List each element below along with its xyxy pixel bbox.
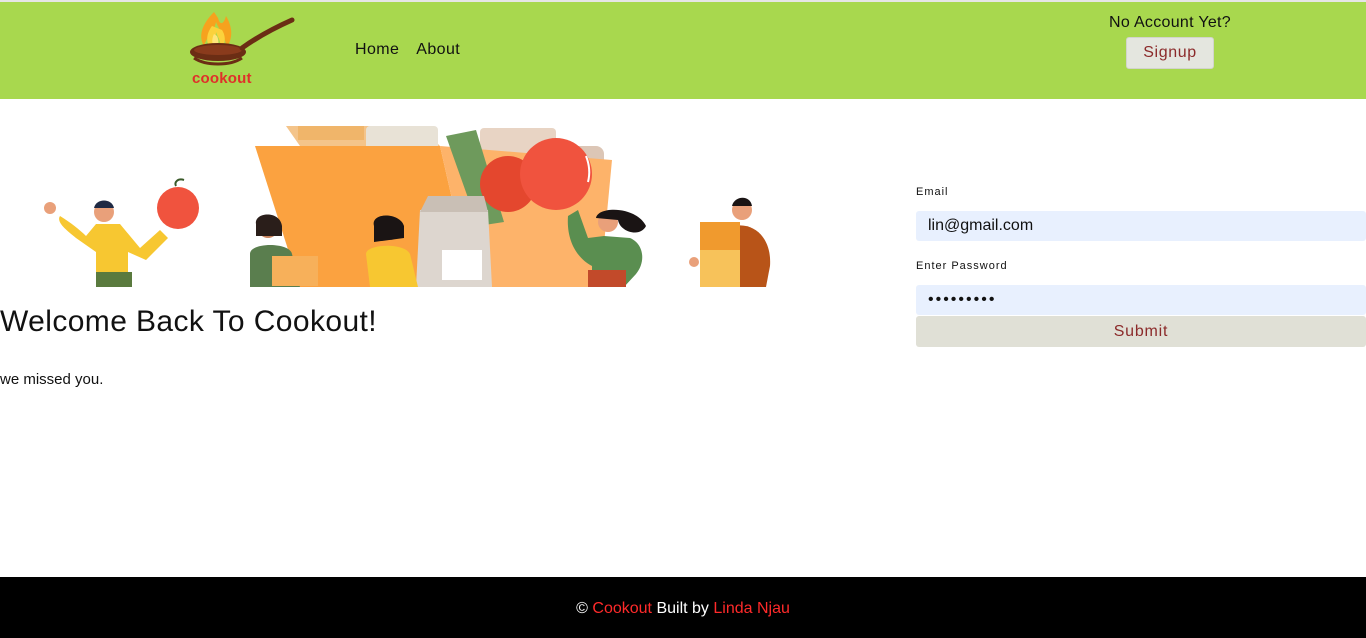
email-input[interactable]: [916, 211, 1366, 241]
footer-author-link[interactable]: Linda Njau: [713, 600, 790, 617]
password-label: Enter Password: [916, 260, 1008, 272]
footer-brand-link[interactable]: Cookout: [592, 600, 652, 617]
cookout-logo[interactable]: cookout: [186, 4, 298, 90]
nav-home-link[interactable]: Home: [355, 41, 399, 59]
login-form: Email Enter Password Submit: [916, 186, 1366, 347]
logo-wordmark: cookout: [192, 70, 252, 87]
hero-illustration: [0, 126, 780, 287]
no-account-text: No Account Yet?: [1109, 14, 1231, 31]
nav-about-link[interactable]: About: [416, 41, 460, 59]
page-title: Welcome Back To Cookout!: [0, 305, 377, 338]
copyright-symbol: ©: [576, 600, 588, 617]
footer: © Cookout Built by Linda Njau: [0, 577, 1366, 638]
password-input[interactable]: [916, 285, 1366, 315]
submit-button[interactable]: Submit: [916, 316, 1366, 347]
account-prompt: No Account Yet? Signup: [1100, 14, 1240, 69]
main-nav: Home About: [355, 41, 460, 59]
signup-button[interactable]: Signup: [1126, 37, 1214, 69]
flaming-pan-icon: [190, 12, 295, 66]
groceries-illustration: [44, 126, 771, 287]
built-by-text: Built by: [656, 600, 709, 617]
welcome-subtext: we missed you.: [0, 371, 104, 388]
footer-credit: © Cookout Built by Linda Njau: [576, 600, 790, 618]
header: cookout Home About No Account Yet? Signu…: [0, 2, 1366, 99]
email-label: Email: [916, 186, 949, 198]
